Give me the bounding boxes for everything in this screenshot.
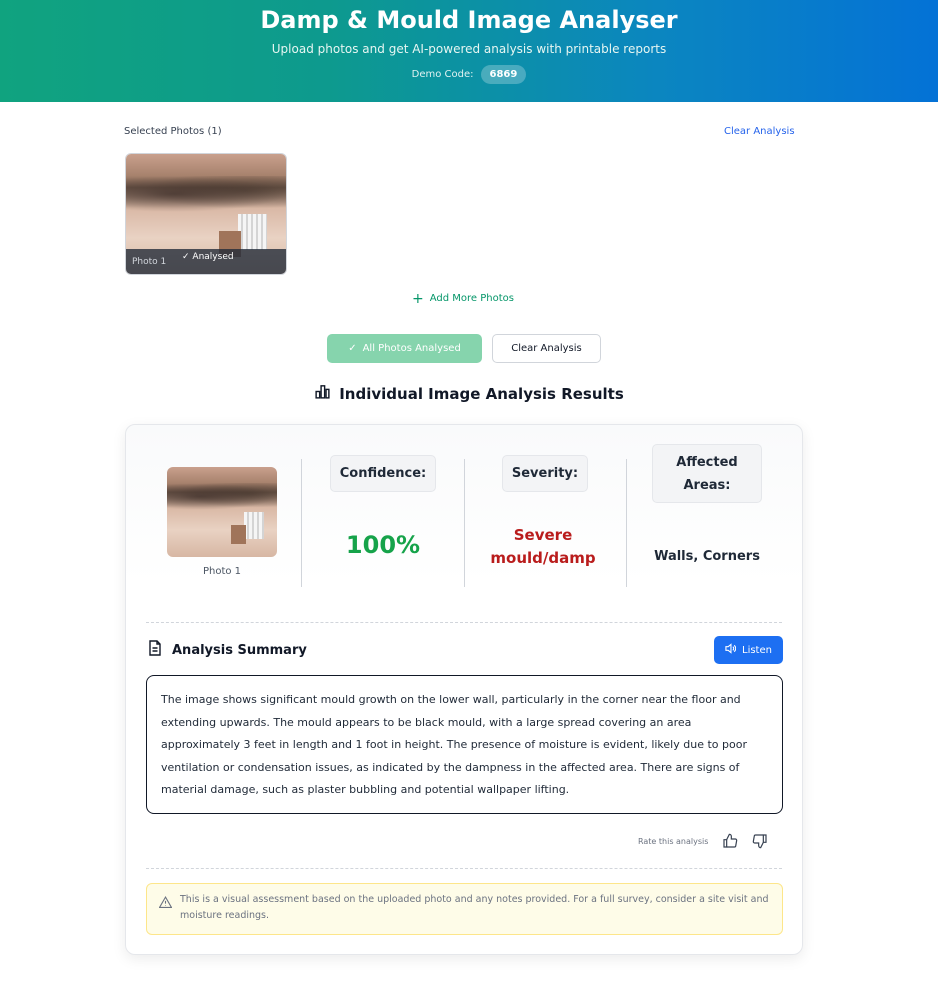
document-icon xyxy=(148,640,162,660)
result-photo-caption: Photo 1 xyxy=(202,566,242,577)
analysed-status: ✓ Analysed xyxy=(182,252,234,262)
rating-row: Rate this analysis xyxy=(638,833,768,849)
analysis-summary-title: Analysis Summary xyxy=(172,642,307,658)
add-more-photos-button[interactable]: + Add More Photos xyxy=(412,290,514,307)
listen-label: Listen xyxy=(742,644,772,656)
severity-value: Severe mould/damp xyxy=(490,526,596,567)
analysis-summary-heading: Analysis Summary xyxy=(148,640,307,660)
photo-thumbnail[interactable]: Photo 1 ✓ Analysed xyxy=(125,153,287,275)
warning-triangle-icon xyxy=(158,896,173,914)
plus-icon: + xyxy=(412,290,424,307)
disclaimer-text: This is a visual assessment based on the… xyxy=(180,894,769,921)
check-icon: ✓ xyxy=(348,343,357,354)
thumbs-up-icon[interactable] xyxy=(722,833,738,849)
thumbnail-caption: Photo 1 xyxy=(132,257,167,267)
all-photos-analysed-button[interactable]: ✓ All Photos Analysed xyxy=(327,334,482,363)
divider xyxy=(301,459,302,587)
thumbnail-status-bar: Photo 1 ✓ Analysed xyxy=(126,249,286,274)
section-divider xyxy=(146,622,782,623)
affected-areas-value: Walls, Corners xyxy=(654,549,760,564)
divider xyxy=(626,459,627,587)
add-more-label: Add More Photos xyxy=(429,293,514,304)
divider xyxy=(464,459,465,587)
confidence-label: Confidence: xyxy=(330,455,436,492)
severity-label: Severity: xyxy=(502,455,588,492)
clear-analysis-link[interactable]: Clear Analysis xyxy=(724,126,795,137)
demo-code-badge: 6869 xyxy=(480,65,527,84)
disclaimer-notice: This is a visual assessment based on the… xyxy=(146,883,783,935)
result-photo-column: Photo 1 xyxy=(167,467,277,577)
page-subtitle: Upload photos and get AI-powered analysi… xyxy=(271,42,667,56)
demo-code-label: Demo Code: xyxy=(411,69,474,80)
selected-photos-label: Selected Photos (1) xyxy=(124,126,222,137)
speaker-icon xyxy=(725,643,737,657)
thumbs-down-icon[interactable] xyxy=(752,833,768,849)
bar-chart-icon xyxy=(314,383,331,404)
check-icon: ✓ xyxy=(182,252,190,262)
section-divider xyxy=(146,868,782,869)
results-heading: Individual Image Analysis Results xyxy=(0,383,938,404)
affected-areas-label: Affected Areas: xyxy=(652,444,762,503)
demo-code-row: Demo Code: 6869 xyxy=(0,65,938,84)
page-title: Damp & Mould Image Analyser xyxy=(260,6,678,34)
analysed-button-label: All Photos Analysed xyxy=(362,343,461,354)
result-photo[interactable] xyxy=(167,467,277,557)
analysis-result-card: Photo 1 Confidence: 100% Severity: Sever… xyxy=(125,424,803,955)
mould-photo xyxy=(167,467,277,557)
confidence-value: 100% xyxy=(345,531,421,559)
app-header: Damp & Mould Image Analyser Upload photo… xyxy=(0,0,938,102)
clear-analysis-button[interactable]: Clear Analysis xyxy=(492,334,601,363)
results-title: Individual Image Analysis Results xyxy=(339,384,624,403)
rate-label: Rate this analysis xyxy=(638,836,709,846)
analysis-summary-text: The image shows significant mould growth… xyxy=(146,675,783,814)
listen-button[interactable]: Listen xyxy=(714,636,783,664)
